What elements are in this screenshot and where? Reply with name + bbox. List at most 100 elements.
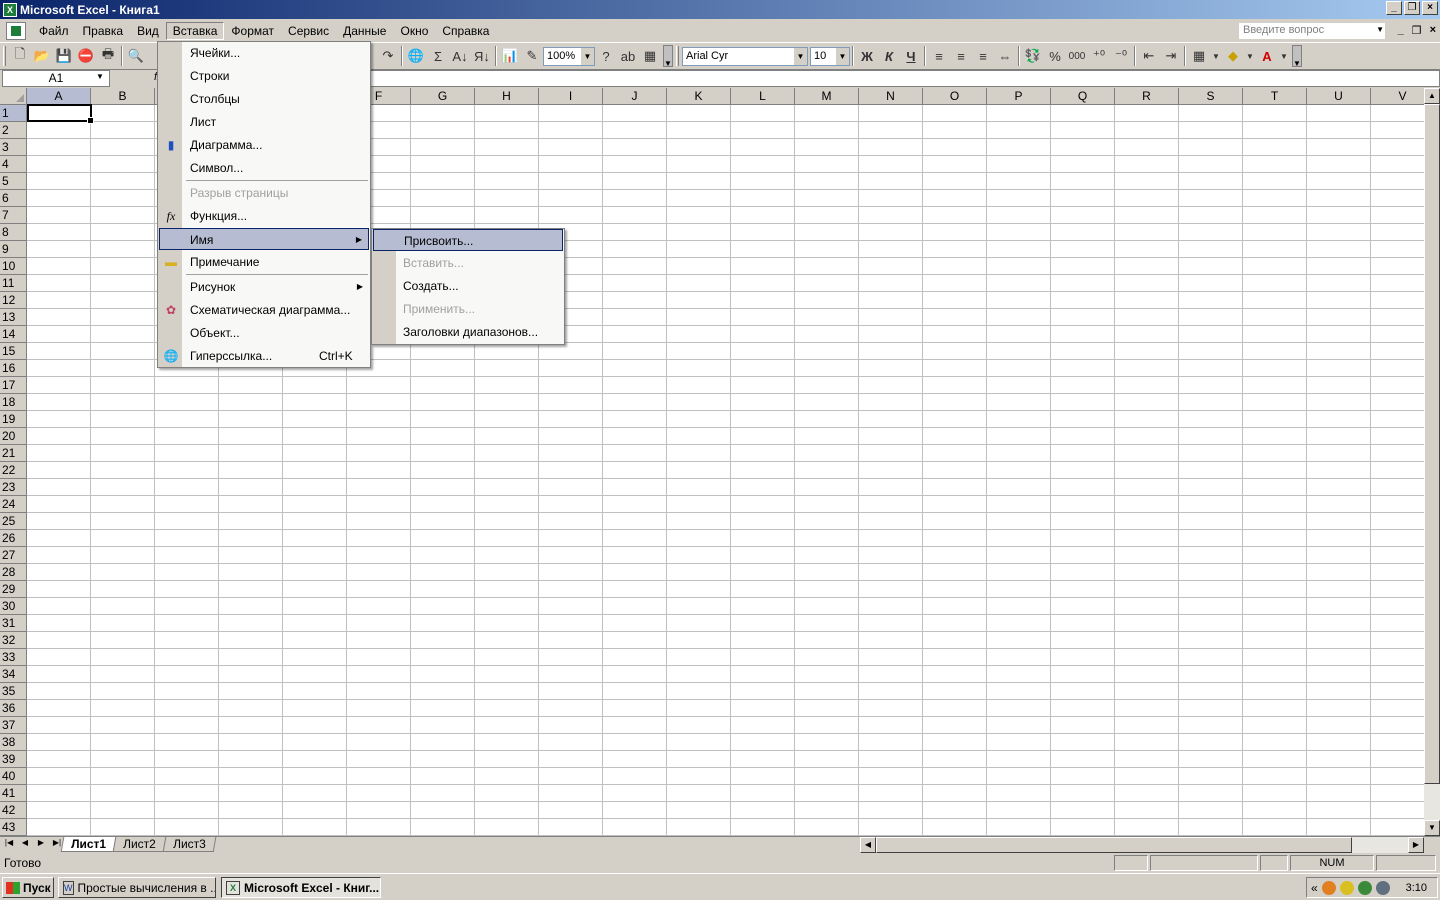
new-icon[interactable]: 🗋 xyxy=(9,45,31,67)
tray-app-icon[interactable] xyxy=(1321,880,1336,895)
sort-descending-icon[interactable]: Я↓ xyxy=(471,45,493,67)
row-header[interactable]: 30 xyxy=(0,598,27,615)
row-header[interactable]: 14 xyxy=(0,326,27,343)
toolbar-grip[interactable] xyxy=(676,46,679,66)
row-header[interactable]: 29 xyxy=(0,581,27,598)
print-icon[interactable]: 🖶 xyxy=(97,45,119,67)
row-header[interactable]: 13 xyxy=(0,309,27,326)
first-sheet-icon[interactable]: |◀ xyxy=(2,838,16,847)
scroll-right-icon[interactable]: ▶ xyxy=(1408,837,1424,853)
menu-item-hyperlink[interactable]: 🌐 Гиперссылка... Ctrl+K xyxy=(159,345,369,367)
column-header[interactable]: P xyxy=(987,88,1051,105)
document-icon[interactable] xyxy=(6,21,26,40)
column-header[interactable]: A xyxy=(27,88,91,105)
sheet-tab-3[interactable]: Лист3 xyxy=(162,837,216,852)
column-header[interactable]: M xyxy=(795,88,859,105)
restore-button[interactable]: ❐ xyxy=(1404,1,1420,15)
font-size-select[interactable]: 10 ▼ xyxy=(810,46,850,66)
spelling-icon[interactable]: ab xyxy=(617,45,639,67)
column-header[interactable]: G xyxy=(411,88,475,105)
menu-item-name[interactable]: Имя ▶ xyxy=(159,228,369,250)
row-header[interactable]: 5 xyxy=(0,173,27,190)
row-header[interactable]: 35 xyxy=(0,683,27,700)
align-center-icon[interactable]: ≡ xyxy=(950,45,972,67)
column-header[interactable]: U xyxy=(1307,88,1371,105)
align-right-icon[interactable]: ≡ xyxy=(972,45,994,67)
row-header[interactable]: 23 xyxy=(0,479,27,496)
menu-item-rows[interactable]: Строки xyxy=(159,65,369,87)
row-header[interactable]: 22 xyxy=(0,462,27,479)
permission-icon[interactable]: ⛔ xyxy=(75,45,97,67)
menu-item-chart[interactable]: ▮ Диаграмма... xyxy=(159,134,369,156)
decrease-indent-icon[interactable]: ⇤ xyxy=(1138,45,1160,67)
clock[interactable]: 3:10 xyxy=(1406,882,1427,894)
font-color-dropdown-icon[interactable]: ▼ xyxy=(1278,45,1290,67)
row-header[interactable]: 31 xyxy=(0,615,27,632)
menu-window[interactable]: Окно xyxy=(393,22,435,40)
menu-item-picture[interactable]: Рисунок ▶ xyxy=(159,276,369,298)
doc-minimize-button[interactable]: _ xyxy=(1398,24,1404,37)
menu-view[interactable]: Вид xyxy=(130,22,166,40)
hyperlink-toolbar-icon[interactable]: 🌐 xyxy=(405,45,427,67)
sort-ascending-icon[interactable]: A↓ xyxy=(449,45,471,67)
row-header[interactable]: 18 xyxy=(0,394,27,411)
drawing-icon[interactable]: ✎ xyxy=(521,45,543,67)
menu-item-function[interactable]: fx Функция... xyxy=(159,205,369,227)
row-header[interactable]: 26 xyxy=(0,530,27,547)
row-header[interactable]: 37 xyxy=(0,717,27,734)
title-bar[interactable]: X Microsoft Excel - Книга1 _ ❐ × xyxy=(0,0,1440,19)
prev-sheet-icon[interactable]: ◀ xyxy=(18,838,32,847)
taskbar-word-document[interactable]: W Простые вычисления в ... xyxy=(58,877,216,898)
align-left-icon[interactable]: ≡ xyxy=(928,45,950,67)
column-header[interactable]: H xyxy=(475,88,539,105)
row-header[interactable]: 21 xyxy=(0,445,27,462)
column-header[interactable]: I xyxy=(539,88,603,105)
row-header[interactable]: 20 xyxy=(0,428,27,445)
excel-app-icon[interactable]: X xyxy=(3,2,17,17)
row-header[interactable]: 39 xyxy=(0,751,27,768)
submenu-item-label[interactable]: Заголовки диапазонов... xyxy=(373,321,563,343)
menu-insert[interactable]: Вставка xyxy=(165,21,225,40)
menu-item-cells[interactable]: Ячейки... xyxy=(159,42,369,64)
row-header[interactable]: 33 xyxy=(0,649,27,666)
security-shield-icon[interactable] xyxy=(1339,880,1354,895)
next-sheet-icon[interactable]: ▶ xyxy=(34,838,48,847)
column-header[interactable]: T xyxy=(1243,88,1307,105)
tray-expand-icon[interactable]: « xyxy=(1311,881,1318,895)
menu-item-diagram[interactable]: ✿ Схематическая диаграмма... xyxy=(159,299,369,321)
chart-wizard-icon[interactable]: 📊 xyxy=(499,45,521,67)
column-header[interactable]: K xyxy=(667,88,731,105)
row-header[interactable]: 2 xyxy=(0,122,27,139)
row-header[interactable]: 6 xyxy=(0,190,27,207)
row-header[interactable]: 1 xyxy=(0,105,27,122)
row-header[interactable]: 28 xyxy=(0,564,27,581)
column-header[interactable]: S xyxy=(1179,88,1243,105)
menu-data[interactable]: Данные xyxy=(336,22,393,40)
fill-color-dropdown-icon[interactable]: ▼ xyxy=(1244,45,1256,67)
horizontal-scroll-thumb[interactable] xyxy=(876,837,1352,853)
menu-item-sheet[interactable]: Лист xyxy=(159,111,369,133)
bold-button[interactable]: Ж xyxy=(856,45,878,67)
thousands-separator-button[interactable]: 000 xyxy=(1066,45,1088,67)
italic-button[interactable]: К xyxy=(878,45,900,67)
row-header[interactable]: 27 xyxy=(0,547,27,564)
menu-format[interactable]: Формат xyxy=(224,22,281,40)
column-header[interactable]: J xyxy=(603,88,667,105)
increase-indent-icon[interactable]: ⇥ xyxy=(1160,45,1182,67)
zoom-dropdown-icon[interactable]: ▼ xyxy=(581,47,594,65)
doc-close-button[interactable]: × xyxy=(1430,24,1436,37)
borders-dropdown-icon[interactable]: ▼ xyxy=(1210,45,1222,67)
column-header[interactable]: V xyxy=(1371,88,1424,105)
row-header[interactable]: 42 xyxy=(0,802,27,819)
row-header[interactable]: 36 xyxy=(0,700,27,717)
column-header[interactable]: B xyxy=(91,88,155,105)
submenu-item-create[interactable]: Создать... xyxy=(373,275,563,297)
horizontal-scrollbar[interactable]: ◀ ▶ xyxy=(860,837,1424,853)
borders-icon[interactable]: ▦ xyxy=(1188,45,1210,67)
toolbar-grip[interactable] xyxy=(3,46,6,66)
start-button[interactable]: Пуск xyxy=(2,877,54,898)
row-header[interactable]: 34 xyxy=(0,666,27,683)
help-icon[interactable]: ? xyxy=(595,45,617,67)
name-box-dropdown-icon[interactable]: ▼ xyxy=(96,72,104,81)
decrease-decimal-icon[interactable]: ⁻⁰ xyxy=(1110,45,1132,67)
